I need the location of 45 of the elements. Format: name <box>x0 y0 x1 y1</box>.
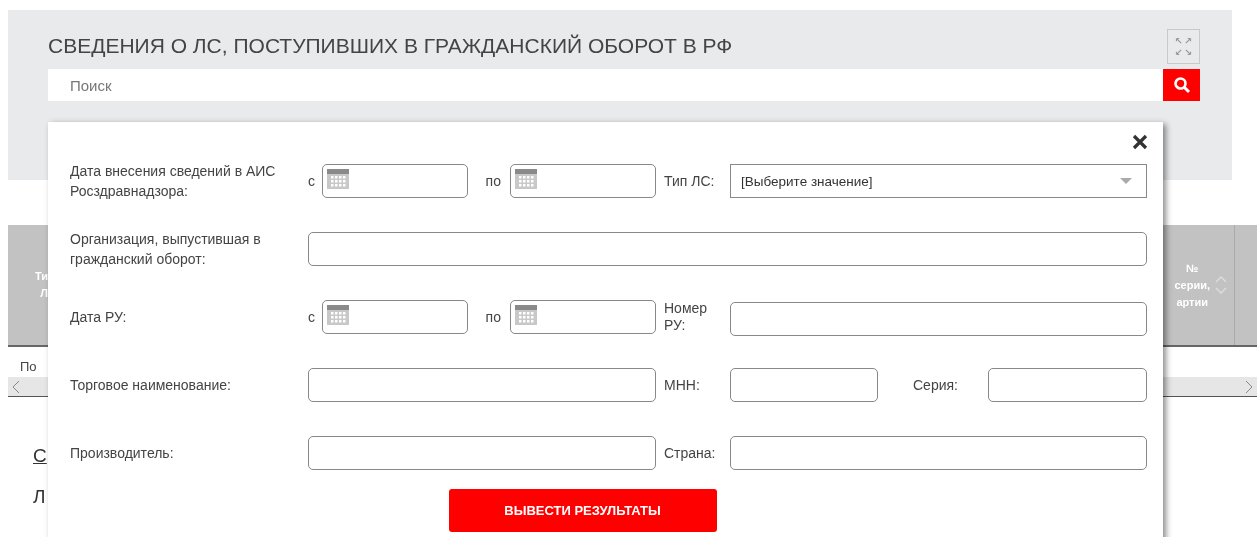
text-field[interactable] <box>730 436 1147 470</box>
date-field[interactable] <box>510 164 656 198</box>
section-heading: Л <box>33 486 47 508</box>
search-field[interactable]: Поиск <box>48 69 1163 101</box>
text-field[interactable] <box>308 436 656 470</box>
scrollbar-track[interactable] <box>8 377 48 397</box>
field-label: МНН: <box>663 376 701 394</box>
type-dropdown[interactable]: [Выберите значение] <box>730 164 1147 198</box>
chevron-right-icon[interactable] <box>1245 379 1253 394</box>
scrollbar-track[interactable] <box>1163 377 1257 397</box>
field-label: Тип ЛС: <box>663 172 716 190</box>
search-button[interactable] <box>1163 69 1200 101</box>
calendar-icon[interactable] <box>325 168 350 190</box>
status-text: По <box>20 359 38 375</box>
date-field[interactable] <box>321 164 468 198</box>
chevron-left-icon[interactable] <box>12 379 20 394</box>
section-link[interactable]: С <box>33 445 47 467</box>
search-icon <box>1172 76 1191 94</box>
field-label: Дата внесения сведений в АИС Росздравнадзора: <box>70 162 277 201</box>
expand-icon[interactable] <box>1167 28 1200 64</box>
field-label: с <box>308 309 316 325</box>
page-title: СВЕДЕНИЯ О ЛС, ПОСТУПИВШИХ В ГРАЖДАНСКИЙ ОБОРОТ В РФ <box>48 34 733 58</box>
field-label: Страна: <box>663 444 717 462</box>
field-label: Номер РУ: <box>663 300 709 334</box>
text-field[interactable] <box>730 302 1147 336</box>
calendar-icon[interactable] <box>514 304 539 326</box>
text-field[interactable] <box>988 368 1147 402</box>
field-label: Торговое наименование: <box>70 376 232 395</box>
field-label: по <box>485 173 502 189</box>
text-field[interactable] <box>308 232 1147 266</box>
field-label: с <box>308 173 316 189</box>
text-field[interactable] <box>730 368 878 402</box>
close-icon[interactable] <box>1131 133 1149 151</box>
field-label: Производитель: <box>70 444 175 463</box>
field-label: Серия: <box>912 376 959 394</box>
calendar-icon[interactable] <box>514 168 539 190</box>
submit-button[interactable]: ВЫВЕСТИ РЕЗУЛЬТАТЫ <box>448 489 717 532</box>
text-field[interactable] <box>308 368 656 402</box>
field-label: Дата РУ: <box>70 308 128 327</box>
date-field[interactable] <box>321 300 468 334</box>
caret-icon <box>1120 177 1132 185</box>
field-label: Организация, выпустившая в гражданский оборот: <box>70 230 262 269</box>
date-field[interactable] <box>510 300 656 334</box>
field-label: по <box>485 309 502 325</box>
calendar-icon[interactable] <box>325 304 350 326</box>
